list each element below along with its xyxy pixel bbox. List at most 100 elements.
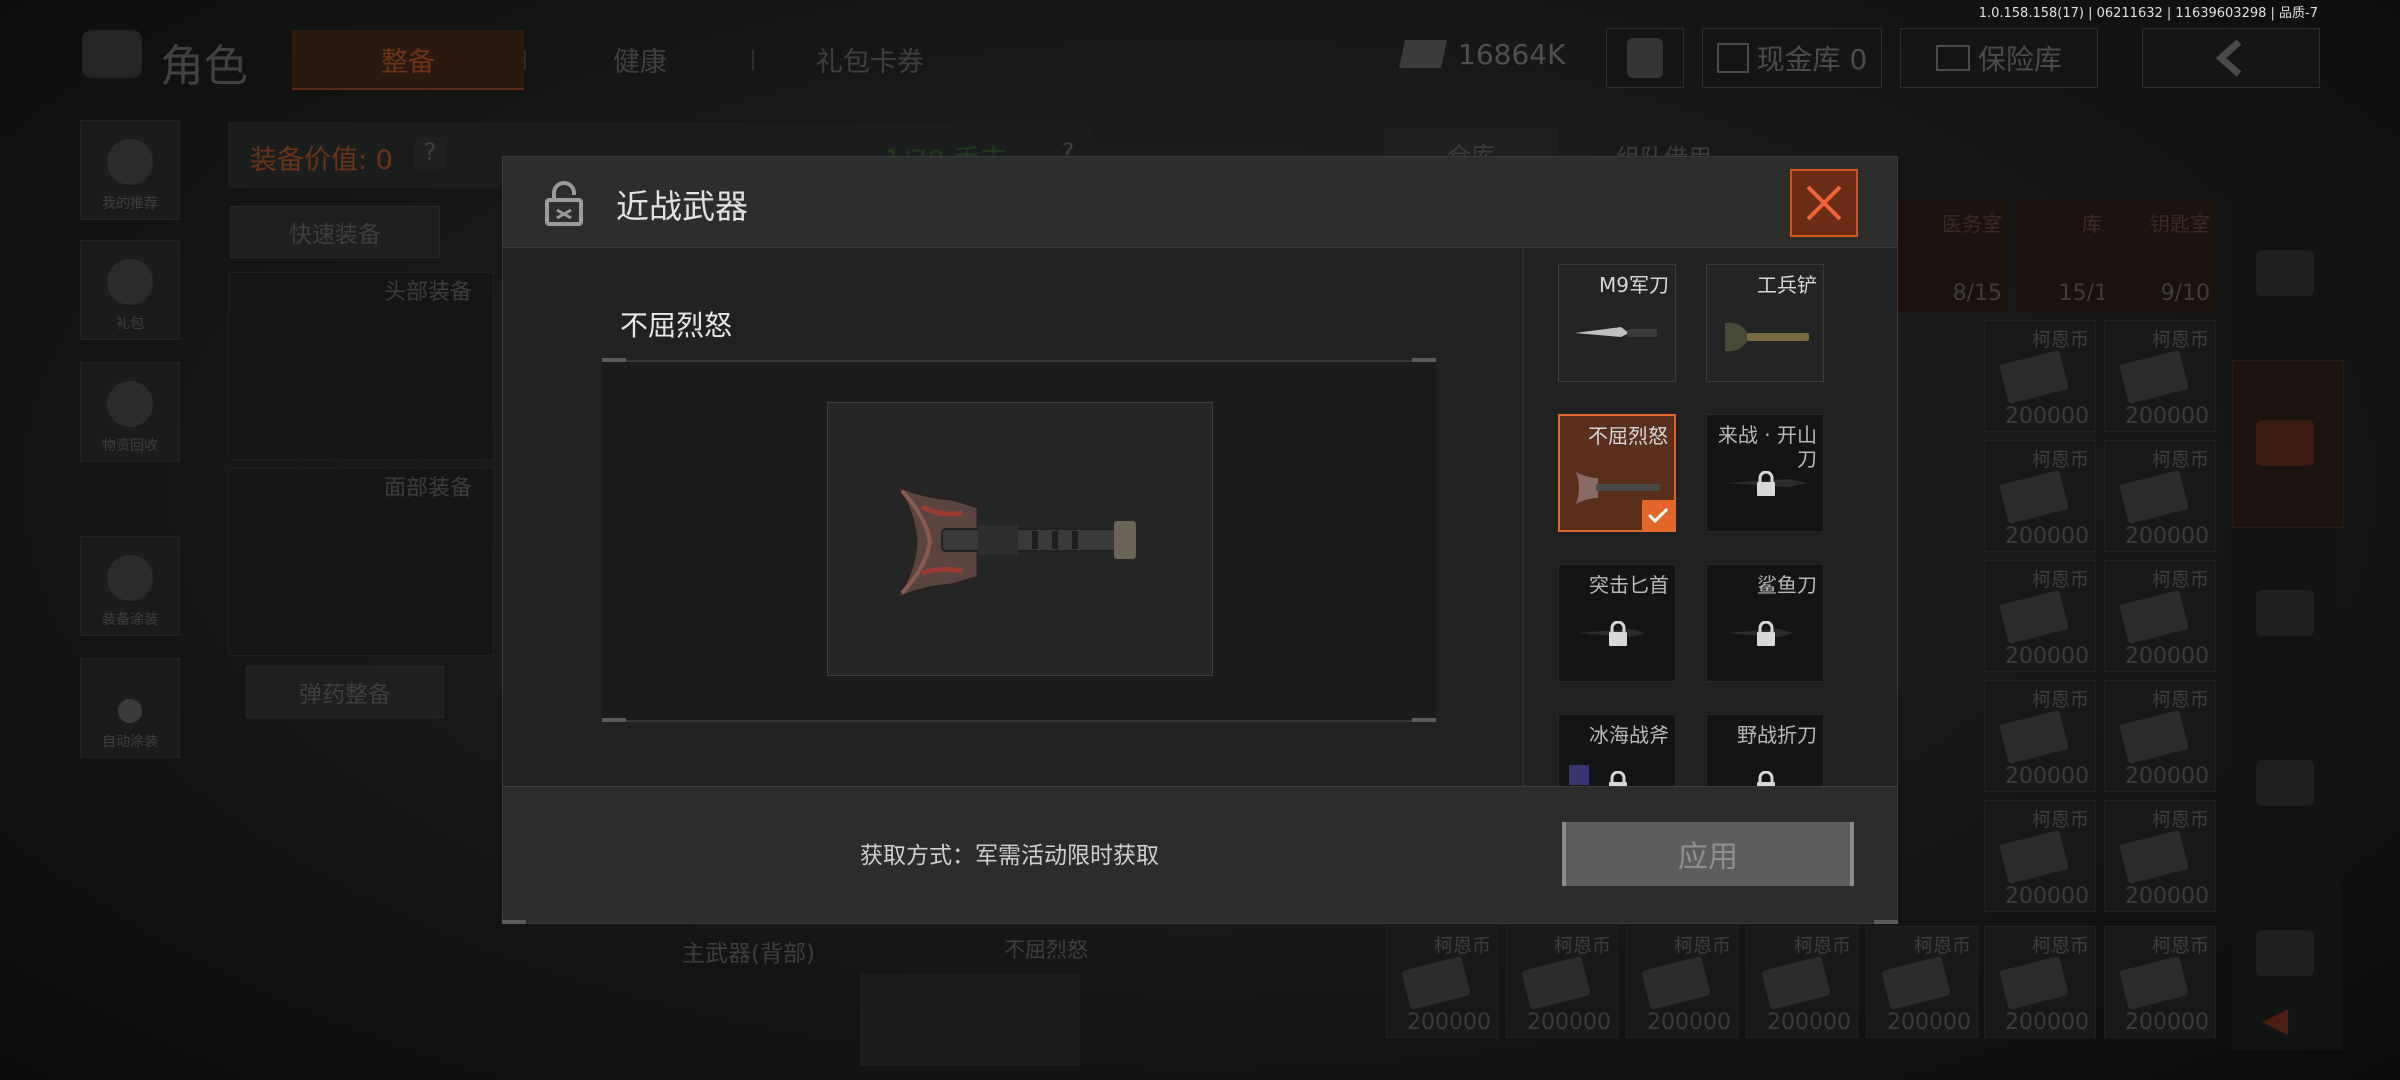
banknote-icon	[2119, 830, 2189, 884]
weapon-card-unyielding-fury[interactable]: 不屈烈怒	[1558, 414, 1676, 532]
cash-vault-label: 现金库 0	[1756, 43, 1868, 76]
tab-gift-cards[interactable]: 礼包卡券	[780, 30, 960, 88]
corner-mark	[602, 718, 626, 722]
storage-item[interactable]: 柯恩币 200000	[1746, 926, 1858, 1038]
weapon-list-overflow: 冰海战斧 野战折刀	[1522, 710, 1896, 786]
weapon-card-ice-axe[interactable]: 冰海战斧	[1558, 714, 1676, 786]
weapon-card-name: 突击匕首	[1589, 573, 1669, 597]
apply-label: 应用	[1678, 840, 1738, 875]
role-logo	[82, 30, 142, 78]
storage-item[interactable]: 柯恩币 200000	[2104, 680, 2216, 792]
recycle-icon	[107, 381, 153, 427]
item-label: 柯恩币	[2031, 449, 2089, 471]
weapon-card-field-knife[interactable]: 野战折刀	[1706, 714, 1824, 786]
ammo-label: 弹药整备	[299, 682, 391, 708]
storage-item[interactable]: 柯恩币 200000	[1984, 320, 2096, 432]
storage-item[interactable]: 柯恩币 200000	[2104, 926, 2216, 1038]
lock-icon	[1757, 471, 1775, 496]
weapon-card-name: 工兵铲	[1757, 273, 1817, 297]
apply-button[interactable]: 应用	[1562, 822, 1854, 886]
collapse-arrow-icon[interactable]: ◀	[2262, 1000, 2288, 1040]
storage-item[interactable]: 柯恩币 200000	[1984, 926, 2096, 1038]
tab-equip[interactable]: 整备	[292, 30, 524, 90]
home-icon[interactable]	[2256, 250, 2314, 296]
close-button[interactable]	[1790, 169, 1858, 237]
gift-button[interactable]: 礼包	[80, 240, 180, 340]
quick-equip-button[interactable]: 快速装备	[230, 206, 440, 258]
help-icon[interactable]: ?	[414, 138, 446, 170]
item-label: 柯恩币	[2151, 809, 2209, 831]
safe-box-button[interactable]: 保险库	[1900, 28, 2098, 88]
corner-mark	[1412, 718, 1436, 722]
head-slot-label: 头部装备	[384, 280, 473, 305]
face-slot-label: 面部装备	[384, 476, 473, 501]
weapon-card-m9[interactable]: M9军刀	[1558, 264, 1676, 382]
equipment-value: 装备价值: 0	[250, 145, 393, 176]
storage-item[interactable]: 柯恩币 200000	[2104, 320, 2216, 432]
weapon-preview-box	[827, 402, 1213, 676]
weapon-card-assault-dagger[interactable]: 突击匕首	[1558, 564, 1676, 682]
quick-equip-label: 快速装备	[289, 222, 381, 248]
recommend-button[interactable]: 我的推荐	[80, 120, 180, 220]
back-button[interactable]	[2142, 28, 2320, 88]
selected-weapon-name: 不屈烈怒	[620, 309, 733, 342]
storage-item[interactable]: 柯恩币 200000	[1386, 926, 1498, 1038]
item-amount: 200000	[2125, 644, 2209, 669]
storage-item[interactable]: 柯恩币 200000	[1626, 926, 1738, 1038]
soldier-icon	[107, 139, 153, 185]
storage-item[interactable]: 柯恩币 200000	[1506, 926, 1618, 1038]
auto-skin-toggle[interactable]: 自动涂装	[80, 658, 180, 758]
axe-icon	[1569, 765, 1589, 785]
item-label: 柯恩币	[2151, 689, 2209, 711]
knife-icon	[1575, 327, 1657, 337]
recycle-button[interactable]: 物资回收	[80, 362, 180, 462]
page-title: 角色	[160, 41, 248, 92]
weapon-card-name: 鲨鱼刀	[1757, 573, 1817, 597]
modal-title: 近战武器	[616, 187, 748, 226]
ammo-button[interactable]: 弹药整备	[246, 666, 444, 718]
main-weapon-slot[interactable]	[860, 974, 1080, 1066]
banknote-icon	[1521, 956, 1591, 1010]
item-label: 柯恩币	[1673, 935, 1731, 957]
soldier-icon	[1627, 38, 1663, 78]
storage-item[interactable]: 柯恩币 200000	[2104, 800, 2216, 912]
weapon-card-shovel[interactable]: 工兵铲	[1706, 264, 1824, 382]
build-info: 1.0.158.158(17) | 06211632 | 11639603298…	[1978, 6, 2318, 21]
medkit-icon[interactable]	[2256, 930, 2314, 976]
room-card[interactable]: 医务室 8/15	[1896, 200, 2008, 312]
weapon-card-machete[interactable]: 来战 · 开山刀	[1706, 414, 1824, 532]
item-label: 柯恩币	[2151, 569, 2209, 591]
item-amount: 200000	[1767, 1010, 1851, 1035]
banknote-icon	[1881, 956, 1951, 1010]
room-count: 8/15	[1952, 281, 2002, 306]
acquire-method: 获取方式：军需活动限时获取	[860, 843, 1159, 869]
currency-amount: 16864K	[1458, 38, 1566, 71]
storage-item[interactable]: 柯恩币 200000	[1984, 680, 2096, 792]
weapon-card-shark-knife[interactable]: 鲨鱼刀	[1706, 564, 1824, 682]
room-name: 钥匙室	[2150, 212, 2210, 236]
storage-item[interactable]: 柯恩币 200000	[1866, 926, 1978, 1038]
room-card[interactable]: 钥匙室 9/10	[2104, 200, 2216, 312]
item-amount: 200000	[1527, 1010, 1611, 1035]
item-amount: 200000	[1887, 1010, 1971, 1035]
crate-icon[interactable]	[2256, 590, 2314, 636]
tab-health[interactable]: 健康	[560, 30, 720, 88]
rifle-icon[interactable]	[2256, 760, 2314, 806]
storage-item[interactable]: 柯恩币 200000	[2104, 440, 2216, 552]
storage-item[interactable]: 柯恩币 200000	[2104, 560, 2216, 672]
banknote-icon	[2119, 956, 2189, 1010]
weapon-card-name: 来战 · 开山刀	[1717, 423, 1817, 471]
storage-item[interactable]: 柯恩币 200000	[1984, 440, 2096, 552]
toggle-dot-icon	[118, 699, 142, 723]
unlock-icon	[545, 181, 583, 226]
cash-vault-button[interactable]: 现金库 0	[1702, 28, 1882, 88]
soldier-button[interactable]	[1606, 28, 1684, 88]
skin-button[interactable]: 装备涂装	[80, 536, 180, 636]
room-name: 医务室	[1942, 212, 2002, 236]
item-label: 柯恩币	[2031, 569, 2089, 591]
banknote-icon	[1761, 956, 1831, 1010]
selected-check-icon	[1642, 500, 1674, 530]
storage-item[interactable]: 柯恩币 200000	[1984, 800, 2096, 912]
storage-item[interactable]: 柯恩币 200000	[1984, 560, 2096, 672]
weapon-card-name: 不屈烈怒	[1588, 424, 1668, 448]
